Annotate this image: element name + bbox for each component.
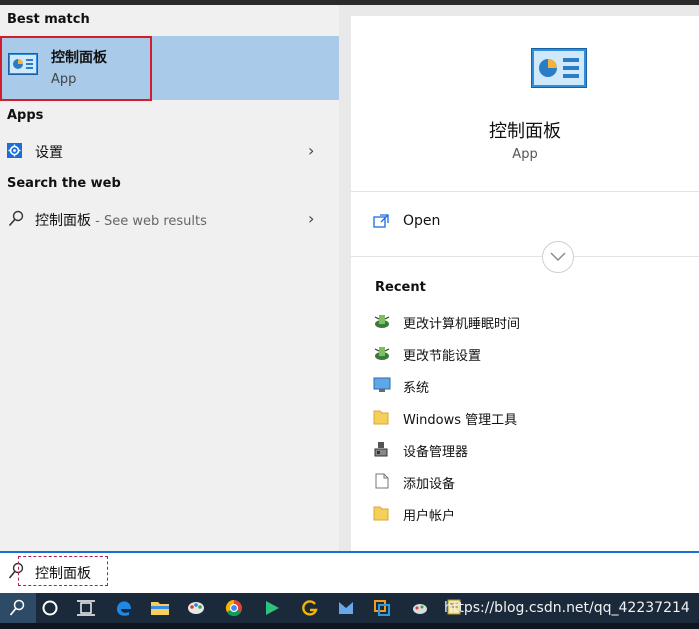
divider bbox=[351, 191, 699, 192]
g-app-icon bbox=[302, 600, 318, 616]
preview-app-name: 控制面板 bbox=[489, 121, 561, 142]
chrome-icon bbox=[225, 599, 242, 617]
recent-item-label: 用户帐户 bbox=[403, 509, 456, 524]
expand-button[interactable] bbox=[542, 241, 574, 273]
web-result-query: 控制面板 bbox=[35, 213, 91, 229]
cortana-button[interactable] bbox=[32, 593, 68, 623]
apps-heading: Apps bbox=[7, 108, 44, 123]
taskbar-app[interactable] bbox=[402, 593, 438, 623]
open-label: Open bbox=[403, 213, 441, 229]
task-view-icon bbox=[77, 600, 95, 616]
folder-icon bbox=[373, 410, 389, 425]
web-result-item[interactable]: 控制面板 - See web results › bbox=[0, 203, 339, 235]
recent-item[interactable]: Windows 管理工具 bbox=[373, 404, 693, 432]
media-player-icon bbox=[266, 601, 279, 615]
recent-item-label: Windows 管理工具 bbox=[403, 413, 518, 428]
taskbar-search-button[interactable] bbox=[0, 593, 36, 623]
taskbar-edge bbox=[0, 623, 699, 629]
recent-item[interactable]: 用户帐户 bbox=[373, 500, 693, 528]
tool-icon bbox=[413, 604, 427, 614]
app-icon bbox=[374, 600, 390, 616]
recent-item-label: 更改计算机睡眠时间 bbox=[403, 317, 521, 332]
chevron-right-icon: › bbox=[308, 141, 315, 160]
recent-item[interactable]: 更改计算机睡眠时间 bbox=[373, 308, 693, 336]
recent-heading: Recent bbox=[375, 280, 426, 295]
recent-item[interactable]: 更改节能设置 bbox=[373, 340, 693, 368]
preview-app-type: App bbox=[512, 147, 538, 162]
search-query[interactable]: 控制面板 bbox=[35, 563, 91, 583]
best-match-subtitle: App bbox=[51, 72, 77, 87]
control-panel-large-icon bbox=[531, 48, 587, 88]
recent-item[interactable]: 系统 bbox=[373, 372, 693, 400]
recent-item-label: 设备管理器 bbox=[403, 445, 469, 460]
chevron-right-icon: › bbox=[308, 209, 315, 228]
search-icon bbox=[8, 210, 24, 227]
monitor-icon bbox=[373, 377, 391, 392]
taskbar-app[interactable] bbox=[216, 593, 252, 623]
taskbar-app[interactable] bbox=[106, 593, 142, 623]
taskbar-app[interactable] bbox=[292, 593, 328, 623]
folder-icon bbox=[373, 506, 389, 521]
device-manager-icon bbox=[374, 442, 388, 457]
recent-item-label: 添加设备 bbox=[403, 477, 456, 492]
search-icon bbox=[9, 599, 25, 616]
recent-item-label: 系统 bbox=[403, 381, 430, 396]
watermark-url: https://blog.csdn.net/qq_42237214 bbox=[444, 600, 690, 616]
power-options-icon bbox=[374, 347, 390, 360]
cortana-icon bbox=[42, 600, 58, 616]
taskbar-app[interactable] bbox=[364, 593, 400, 623]
edge-icon bbox=[117, 601, 131, 616]
settings-gear-icon bbox=[7, 143, 22, 158]
taskbar-app[interactable] bbox=[178, 593, 214, 623]
chevron-down-icon bbox=[550, 252, 566, 261]
task-view-button[interactable] bbox=[68, 593, 104, 623]
web-result-suffix: - See web results bbox=[91, 214, 207, 229]
mail-icon bbox=[339, 602, 353, 614]
app-item-label: 设置 bbox=[35, 145, 63, 161]
recent-item-label: 更改节能设置 bbox=[403, 349, 482, 364]
file-explorer-icon bbox=[151, 602, 169, 615]
recent-item[interactable]: 设备管理器 bbox=[373, 436, 693, 464]
preview-pane: 控制面板 App Open Recent 更改计算机睡眠时间 更改节能设置 系统… bbox=[351, 16, 699, 551]
best-match-heading: Best match bbox=[7, 12, 90, 27]
web-result-text: 控制面板 - See web results bbox=[35, 210, 207, 230]
app-item-settings[interactable]: 设置 › bbox=[0, 135, 339, 167]
open-icon bbox=[373, 214, 389, 228]
paint-icon bbox=[188, 602, 204, 614]
recent-item[interactable]: 添加设备 bbox=[373, 468, 693, 496]
best-match-title: 控制面板 bbox=[51, 50, 107, 66]
power-options-icon bbox=[374, 315, 390, 328]
document-icon bbox=[375, 473, 389, 489]
taskbar-app[interactable] bbox=[328, 593, 364, 623]
divider bbox=[351, 256, 699, 257]
taskbar-app[interactable] bbox=[142, 593, 178, 623]
search-web-heading: Search the web bbox=[7, 176, 121, 191]
open-action[interactable]: Open bbox=[351, 206, 699, 240]
taskbar-app[interactable] bbox=[254, 593, 290, 623]
control-panel-icon bbox=[8, 53, 38, 75]
